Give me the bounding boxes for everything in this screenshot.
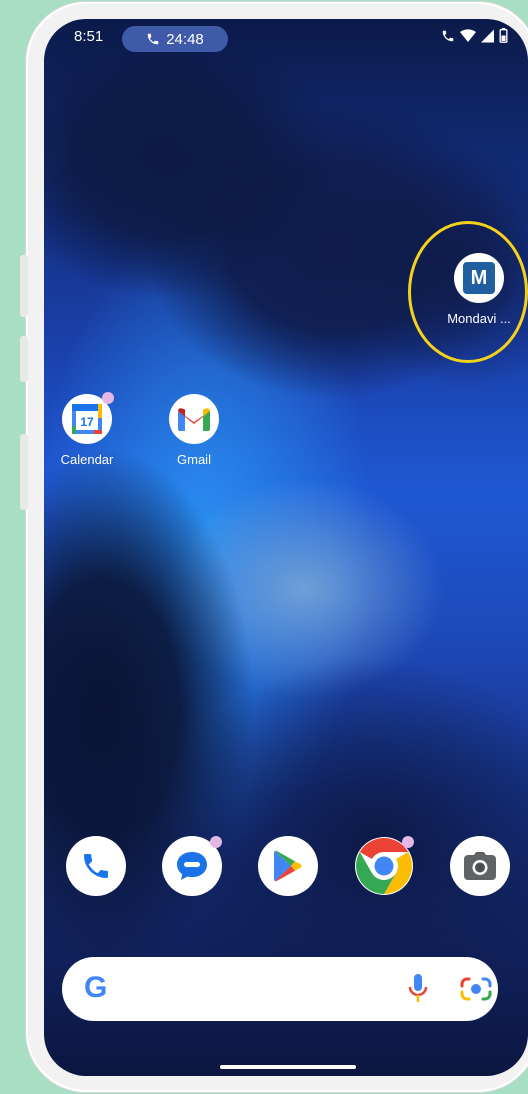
notification-dot bbox=[402, 836, 414, 848]
side-button bbox=[20, 255, 28, 317]
gmail-icon bbox=[169, 394, 219, 444]
status-icons bbox=[441, 28, 508, 43]
status-time: 8:51 bbox=[74, 28, 104, 45]
app-mondavi[interactable]: M Mondavi ... bbox=[439, 253, 519, 326]
dock-phone[interactable] bbox=[66, 836, 126, 896]
calendar-glyph: 17 bbox=[72, 404, 102, 434]
gmail-glyph bbox=[178, 408, 210, 431]
notification-dot bbox=[102, 392, 114, 404]
dock-play-store[interactable] bbox=[258, 836, 318, 896]
app-label-mondavi: Mondavi ... bbox=[447, 311, 511, 326]
app-label-gmail: Gmail bbox=[177, 452, 211, 467]
dock-camera[interactable] bbox=[450, 836, 510, 896]
side-button bbox=[20, 434, 28, 510]
notification-dot bbox=[210, 836, 222, 848]
app-label-calendar: Calendar bbox=[60, 452, 114, 467]
dock-messages[interactable] bbox=[162, 836, 222, 896]
side-button bbox=[20, 336, 28, 382]
phone-icon bbox=[84, 854, 108, 878]
calendar-icon: 17 bbox=[62, 392, 114, 444]
call-icon bbox=[442, 30, 454, 41]
navigation-gesture-bar[interactable] bbox=[220, 1065, 356, 1069]
camera-icon bbox=[464, 852, 496, 880]
google-search-bar[interactable]: G bbox=[62, 957, 498, 1021]
dock-chrome[interactable] bbox=[354, 836, 414, 896]
signal-icon bbox=[481, 29, 494, 42]
google-logo-icon: G bbox=[84, 971, 108, 1004]
wifi-icon bbox=[460, 28, 476, 42]
status-bar: 8:51 24:48 bbox=[44, 19, 528, 63]
lens-icon[interactable] bbox=[460, 974, 492, 1004]
battery-icon bbox=[499, 28, 508, 43]
mondavi-letter: M bbox=[463, 262, 495, 294]
phone-icon bbox=[147, 33, 159, 45]
calendar-day: 17 bbox=[80, 415, 94, 429]
ongoing-call-chip[interactable]: 24:48 bbox=[122, 26, 228, 52]
call-duration: 24:48 bbox=[166, 30, 204, 48]
mondavi-icon: M bbox=[454, 253, 504, 303]
play-store-icon bbox=[274, 850, 302, 882]
messages-icon bbox=[177, 852, 207, 880]
mic-icon[interactable] bbox=[408, 974, 428, 1004]
app-gmail[interactable]: Gmail bbox=[154, 394, 234, 467]
app-calendar[interactable]: 17 Calendar bbox=[47, 392, 127, 467]
home-screen: 8:51 24:48 M Mondavi ... 17 Calendar Gma… bbox=[44, 19, 528, 1076]
